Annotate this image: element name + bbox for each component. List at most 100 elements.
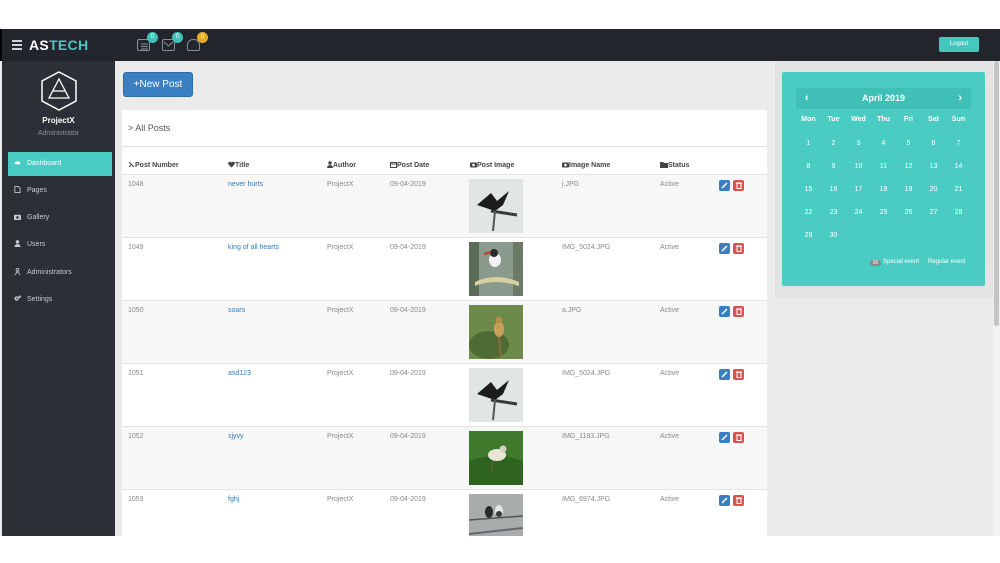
calendar-day[interactable]: 4 — [871, 140, 896, 147]
main-content: +New Post > All Posts Post Number Title … — [115, 61, 775, 536]
legend-regular-event: Regular event — [928, 259, 965, 265]
breadcrumb[interactable]: > All Posts — [128, 123, 170, 133]
column-header-post-number[interactable]: Post Number — [128, 161, 179, 169]
calendar-day[interactable]: 26 — [896, 209, 921, 216]
post-number: 1050 — [128, 307, 144, 314]
sidebar-item-users[interactable]: Users — [8, 233, 112, 257]
post-title-link[interactable]: king of all hearts — [228, 244, 279, 251]
calendar-day[interactable]: 13 — [921, 163, 946, 170]
post-image-thumbnail[interactable] — [469, 179, 523, 233]
post-date: 09-04-2019 — [390, 307, 426, 314]
hamburger-menu-icon[interactable] — [12, 40, 22, 52]
sidebar-item-label: Users — [27, 241, 46, 248]
calendar-day[interactable]: 15 — [796, 186, 821, 193]
logout-button[interactable]: Logout — [939, 37, 979, 52]
trash-icon — [735, 371, 742, 378]
edit-button[interactable] — [719, 369, 730, 380]
edit-button[interactable] — [719, 306, 730, 317]
post-image-thumbnail[interactable] — [469, 431, 523, 485]
column-header-status[interactable]: Status — [660, 161, 689, 169]
new-post-button[interactable]: +New Post — [123, 72, 193, 97]
table-row[interactable]: 1052 sjyvy ProjectX 09-04-2019 IMG_1193.… — [122, 426, 767, 489]
sidebar-item-administrators[interactable]: Administrators — [8, 261, 112, 285]
post-title-link[interactable]: sjyvy — [228, 433, 244, 440]
calendar-day[interactable]: 30 — [821, 232, 846, 239]
edit-button[interactable] — [719, 495, 730, 506]
page-scrollbar[interactable] — [993, 61, 1000, 536]
calendar-day[interactable]: 19 — [896, 186, 921, 193]
column-header-author[interactable]: Author — [327, 161, 356, 169]
calendar-day[interactable]: 11 — [871, 163, 896, 170]
post-title-link[interactable]: asd123 — [228, 370, 251, 377]
sidebar-item-gallery[interactable]: Gallery — [8, 206, 112, 230]
scrollbar-thumb[interactable] — [994, 61, 999, 326]
calendar-day[interactable]: 24 — [846, 209, 871, 216]
calendar-day[interactable]: 18 — [871, 186, 896, 193]
calendar-day[interactable]: 23 — [821, 209, 846, 216]
post-number: 1048 — [128, 181, 144, 188]
calendar-day[interactable]: 27 — [921, 209, 946, 216]
list-glyph — [141, 43, 148, 50]
post-title-link[interactable]: fghj — [228, 496, 239, 503]
delete-button[interactable] — [733, 432, 744, 443]
calendar-day[interactable]: 29 — [796, 232, 821, 239]
table-row[interactable]: 1048 never hurts ProjectX 09-04-2019 j.J… — [122, 174, 767, 237]
brand-logo[interactable]: ASTECH — [29, 37, 88, 53]
calendar-day[interactable]: 17 — [846, 186, 871, 193]
delete-button[interactable] — [733, 369, 744, 380]
delete-button[interactable] — [733, 306, 744, 317]
bell-icon[interactable]: 0 — [187, 32, 208, 51]
delete-button[interactable] — [733, 243, 744, 254]
edit-button[interactable] — [719, 243, 730, 254]
delete-button[interactable] — [733, 495, 744, 506]
calendar-day[interactable]: 2 — [821, 140, 846, 147]
column-header-image-name[interactable]: Image Name — [562, 161, 610, 169]
post-image-thumbnail[interactable] — [469, 242, 523, 296]
list-icon[interactable]: 0 — [137, 32, 158, 51]
table-row[interactable]: 1051 asd123 ProjectX 09-04-2019 IMG_5024… — [122, 363, 767, 426]
calendar-day[interactable]: 6 — [921, 140, 946, 147]
sidebar-item-pages[interactable]: Pages — [8, 179, 112, 203]
admin-icon — [14, 268, 21, 275]
calendar-day[interactable]: 3 — [846, 140, 871, 147]
chevron-right-icon[interactable]: › — [958, 88, 962, 109]
calendar-day[interactable]: 25 — [871, 209, 896, 216]
post-title-link[interactable]: never hurts — [228, 181, 263, 188]
column-header-post-date[interactable]: Post Date — [390, 161, 429, 169]
calendar-day[interactable]: 21 — [946, 186, 971, 193]
calendar-day[interactable]: 9 — [821, 163, 846, 170]
calendar-day[interactable]: 28 — [946, 209, 971, 216]
column-header-title[interactable]: Title — [228, 161, 249, 169]
calendar-day[interactable]: 10 — [846, 163, 871, 170]
post-author: ProjectX — [327, 181, 354, 188]
heart-icon — [228, 161, 235, 168]
table-row[interactable]: 1050 soars ProjectX 09-04-2019 a.JPG Act… — [122, 300, 767, 363]
legend-regular-label: Regular event — [928, 259, 966, 265]
calendar-day[interactable]: 22 — [796, 209, 821, 216]
calendar-day[interactable]: 1 — [796, 140, 821, 147]
post-image-thumbnail[interactable] — [469, 305, 523, 359]
posts-panel: > All Posts Post Number Title Author Pos… — [122, 110, 767, 536]
pencil-icon — [721, 371, 728, 378]
calendar-day[interactable]: 14 — [946, 163, 971, 170]
edit-button[interactable] — [719, 180, 730, 191]
table-row[interactable]: 1053 fghj ProjectX 09-04-2019 IMG_6974.J… — [122, 489, 767, 536]
calendar-day[interactable]: 16 — [821, 186, 846, 193]
edit-button[interactable] — [719, 432, 730, 443]
post-title-link[interactable]: soars — [228, 307, 245, 314]
post-image-thumbnail[interactable] — [469, 368, 523, 422]
column-header-post-image[interactable]: Post Image — [470, 161, 514, 169]
post-image-thumbnail[interactable] — [469, 494, 523, 536]
table-row[interactable]: 1049 king of all hearts ProjectX 09-04-2… — [122, 237, 767, 300]
calendar-day[interactable]: 20 — [921, 186, 946, 193]
delete-button[interactable] — [733, 180, 744, 191]
sidebar-item-dashboard[interactable]: Dashboard — [8, 152, 112, 176]
weekday-label: Fri — [904, 116, 913, 123]
calendar-day[interactable]: 5 — [896, 140, 921, 147]
calendar-day[interactable]: 7 — [946, 140, 971, 147]
bell-badge: 0 — [197, 32, 208, 43]
mail-icon[interactable]: 0 — [162, 32, 183, 51]
calendar-day[interactable]: 8 — [796, 163, 821, 170]
calendar-day[interactable]: 12 — [896, 163, 921, 170]
sidebar-item-settings[interactable]: Settings — [8, 288, 112, 312]
